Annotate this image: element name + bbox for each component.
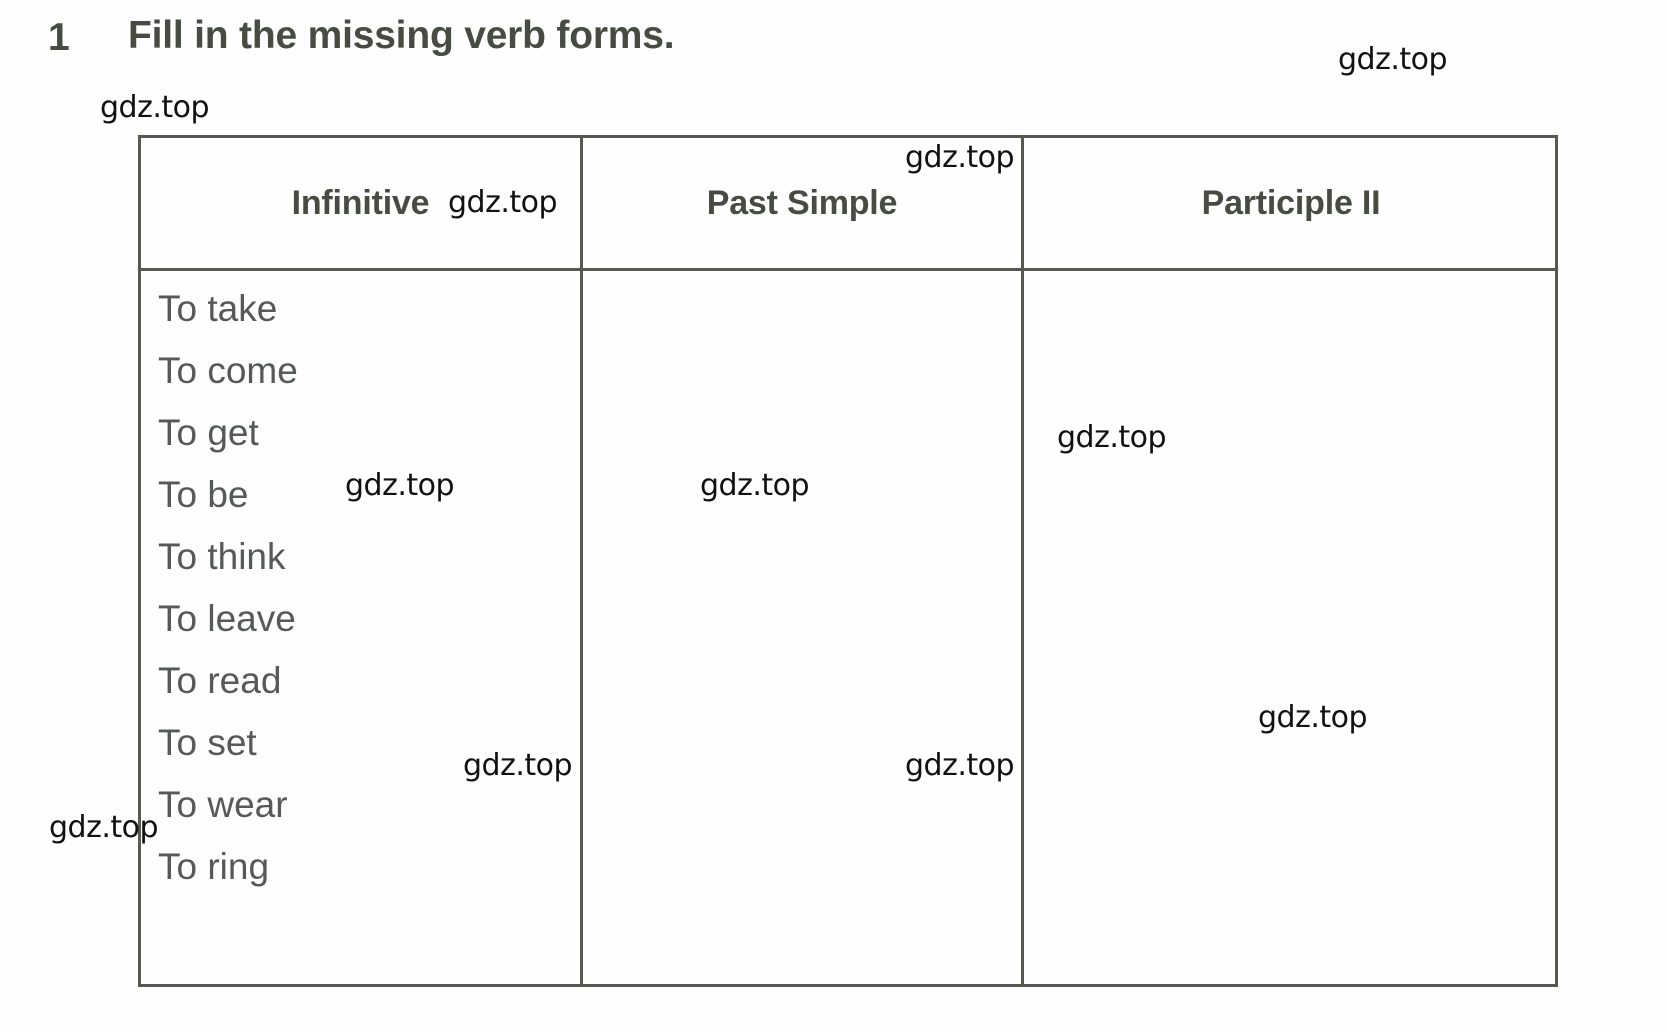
watermark: gdz.top (700, 468, 810, 503)
watermark: gdz.top (1057, 420, 1167, 455)
exercise-number: 1 (48, 16, 70, 59)
list-item: To get (158, 412, 259, 453)
column-header-participle-ii: Participle II (1201, 183, 1381, 222)
infinitive-column-list: To take To come To get To be To think To… (158, 278, 568, 898)
watermark: gdz.top (448, 185, 558, 220)
list-item: To come (158, 350, 298, 391)
watermark: gdz.top (905, 748, 1015, 783)
verb-forms-table: Infinitive Past Simple Participle II To … (138, 135, 1558, 987)
watermark: gdz.top (463, 748, 573, 783)
list-item: To think (158, 536, 286, 577)
past-simple-answer-area[interactable] (583, 271, 1021, 984)
list-item: To read (158, 660, 282, 701)
exercise-title: Fill in the missing verb forms. (128, 14, 675, 57)
list-item: To ring (158, 846, 270, 887)
list-item: To wear (158, 784, 288, 825)
watermark: gdz.top (1258, 700, 1368, 735)
participle-ii-answer-area[interactable] (1024, 271, 1558, 984)
list-item: To leave (158, 598, 296, 639)
watermark: gdz.top (905, 140, 1015, 175)
watermark: gdz.top (345, 468, 455, 503)
list-item: To take (158, 288, 278, 329)
watermark: gdz.top (49, 810, 159, 845)
exercise-heading: 1 Fill in the missing verb forms. (0, 8, 1000, 64)
watermark: gdz.top (100, 90, 210, 125)
watermark: gdz.top (1338, 42, 1448, 77)
